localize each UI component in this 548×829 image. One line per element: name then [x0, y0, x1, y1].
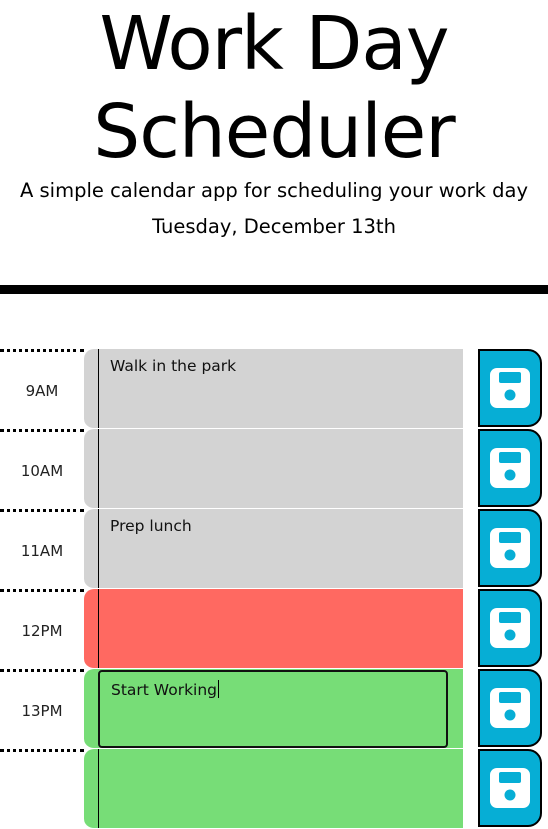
- time-block-row: 9AM Walk in the park: [0, 349, 548, 429]
- save-button[interactable]: [478, 349, 542, 427]
- hour-label: 10AM: [0, 429, 84, 509]
- event-description-text: Prep lunch: [110, 517, 192, 535]
- time-block-past: [84, 429, 463, 509]
- lead-subtitle: A simple calendar app for scheduling you…: [19, 179, 529, 202]
- time-block-past: Prep lunch: [84, 509, 463, 589]
- save-button[interactable]: [478, 669, 542, 747]
- time-block-row: [0, 749, 548, 829]
- event-description-input[interactable]: [98, 589, 462, 668]
- time-block-row: 11AM Prep lunch: [0, 509, 548, 589]
- event-description-text: Walk in the park: [110, 357, 237, 375]
- save-button[interactable]: [478, 429, 542, 507]
- hour-label: 11AM: [0, 509, 84, 589]
- time-block-past: Walk in the park: [84, 349, 463, 429]
- time-block-row: 10AM: [0, 429, 548, 509]
- time-block-future: Start Working: [84, 669, 463, 749]
- hour-label: 12PM: [0, 589, 84, 669]
- hour-label: 9AM: [0, 349, 84, 429]
- hour-label: [0, 749, 84, 829]
- page-title: Work Day Scheduler: [0, 0, 548, 176]
- save-button[interactable]: [478, 589, 542, 667]
- header-divider: [0, 285, 548, 294]
- floppy-disk-icon: [490, 368, 530, 408]
- event-description-input[interactable]: Walk in the park: [98, 349, 462, 428]
- floppy-disk-icon: [490, 528, 530, 568]
- event-description-input[interactable]: [98, 749, 462, 828]
- floppy-disk-icon: [490, 448, 530, 488]
- save-button[interactable]: [478, 509, 542, 587]
- text-caret: [218, 680, 220, 698]
- event-description-input[interactable]: Prep lunch: [98, 509, 462, 588]
- floppy-disk-icon: [490, 608, 530, 648]
- event-description-text: Start Working: [111, 681, 218, 699]
- time-block-future: [84, 749, 463, 829]
- event-description-input[interactable]: Start Working: [98, 670, 448, 748]
- time-block-row: 12PM: [0, 589, 548, 669]
- time-block-row: 13PM Start Working: [0, 669, 548, 749]
- hour-label: 13PM: [0, 669, 84, 749]
- floppy-disk-icon: [490, 688, 530, 728]
- event-description-input[interactable]: [98, 429, 462, 508]
- title-line-2: Scheduler: [93, 89, 455, 175]
- current-day: Tuesday, December 13th: [152, 215, 396, 238]
- save-button[interactable]: [478, 749, 542, 827]
- title-line-1: Work Day: [99, 1, 449, 87]
- time-block-present: [84, 589, 463, 669]
